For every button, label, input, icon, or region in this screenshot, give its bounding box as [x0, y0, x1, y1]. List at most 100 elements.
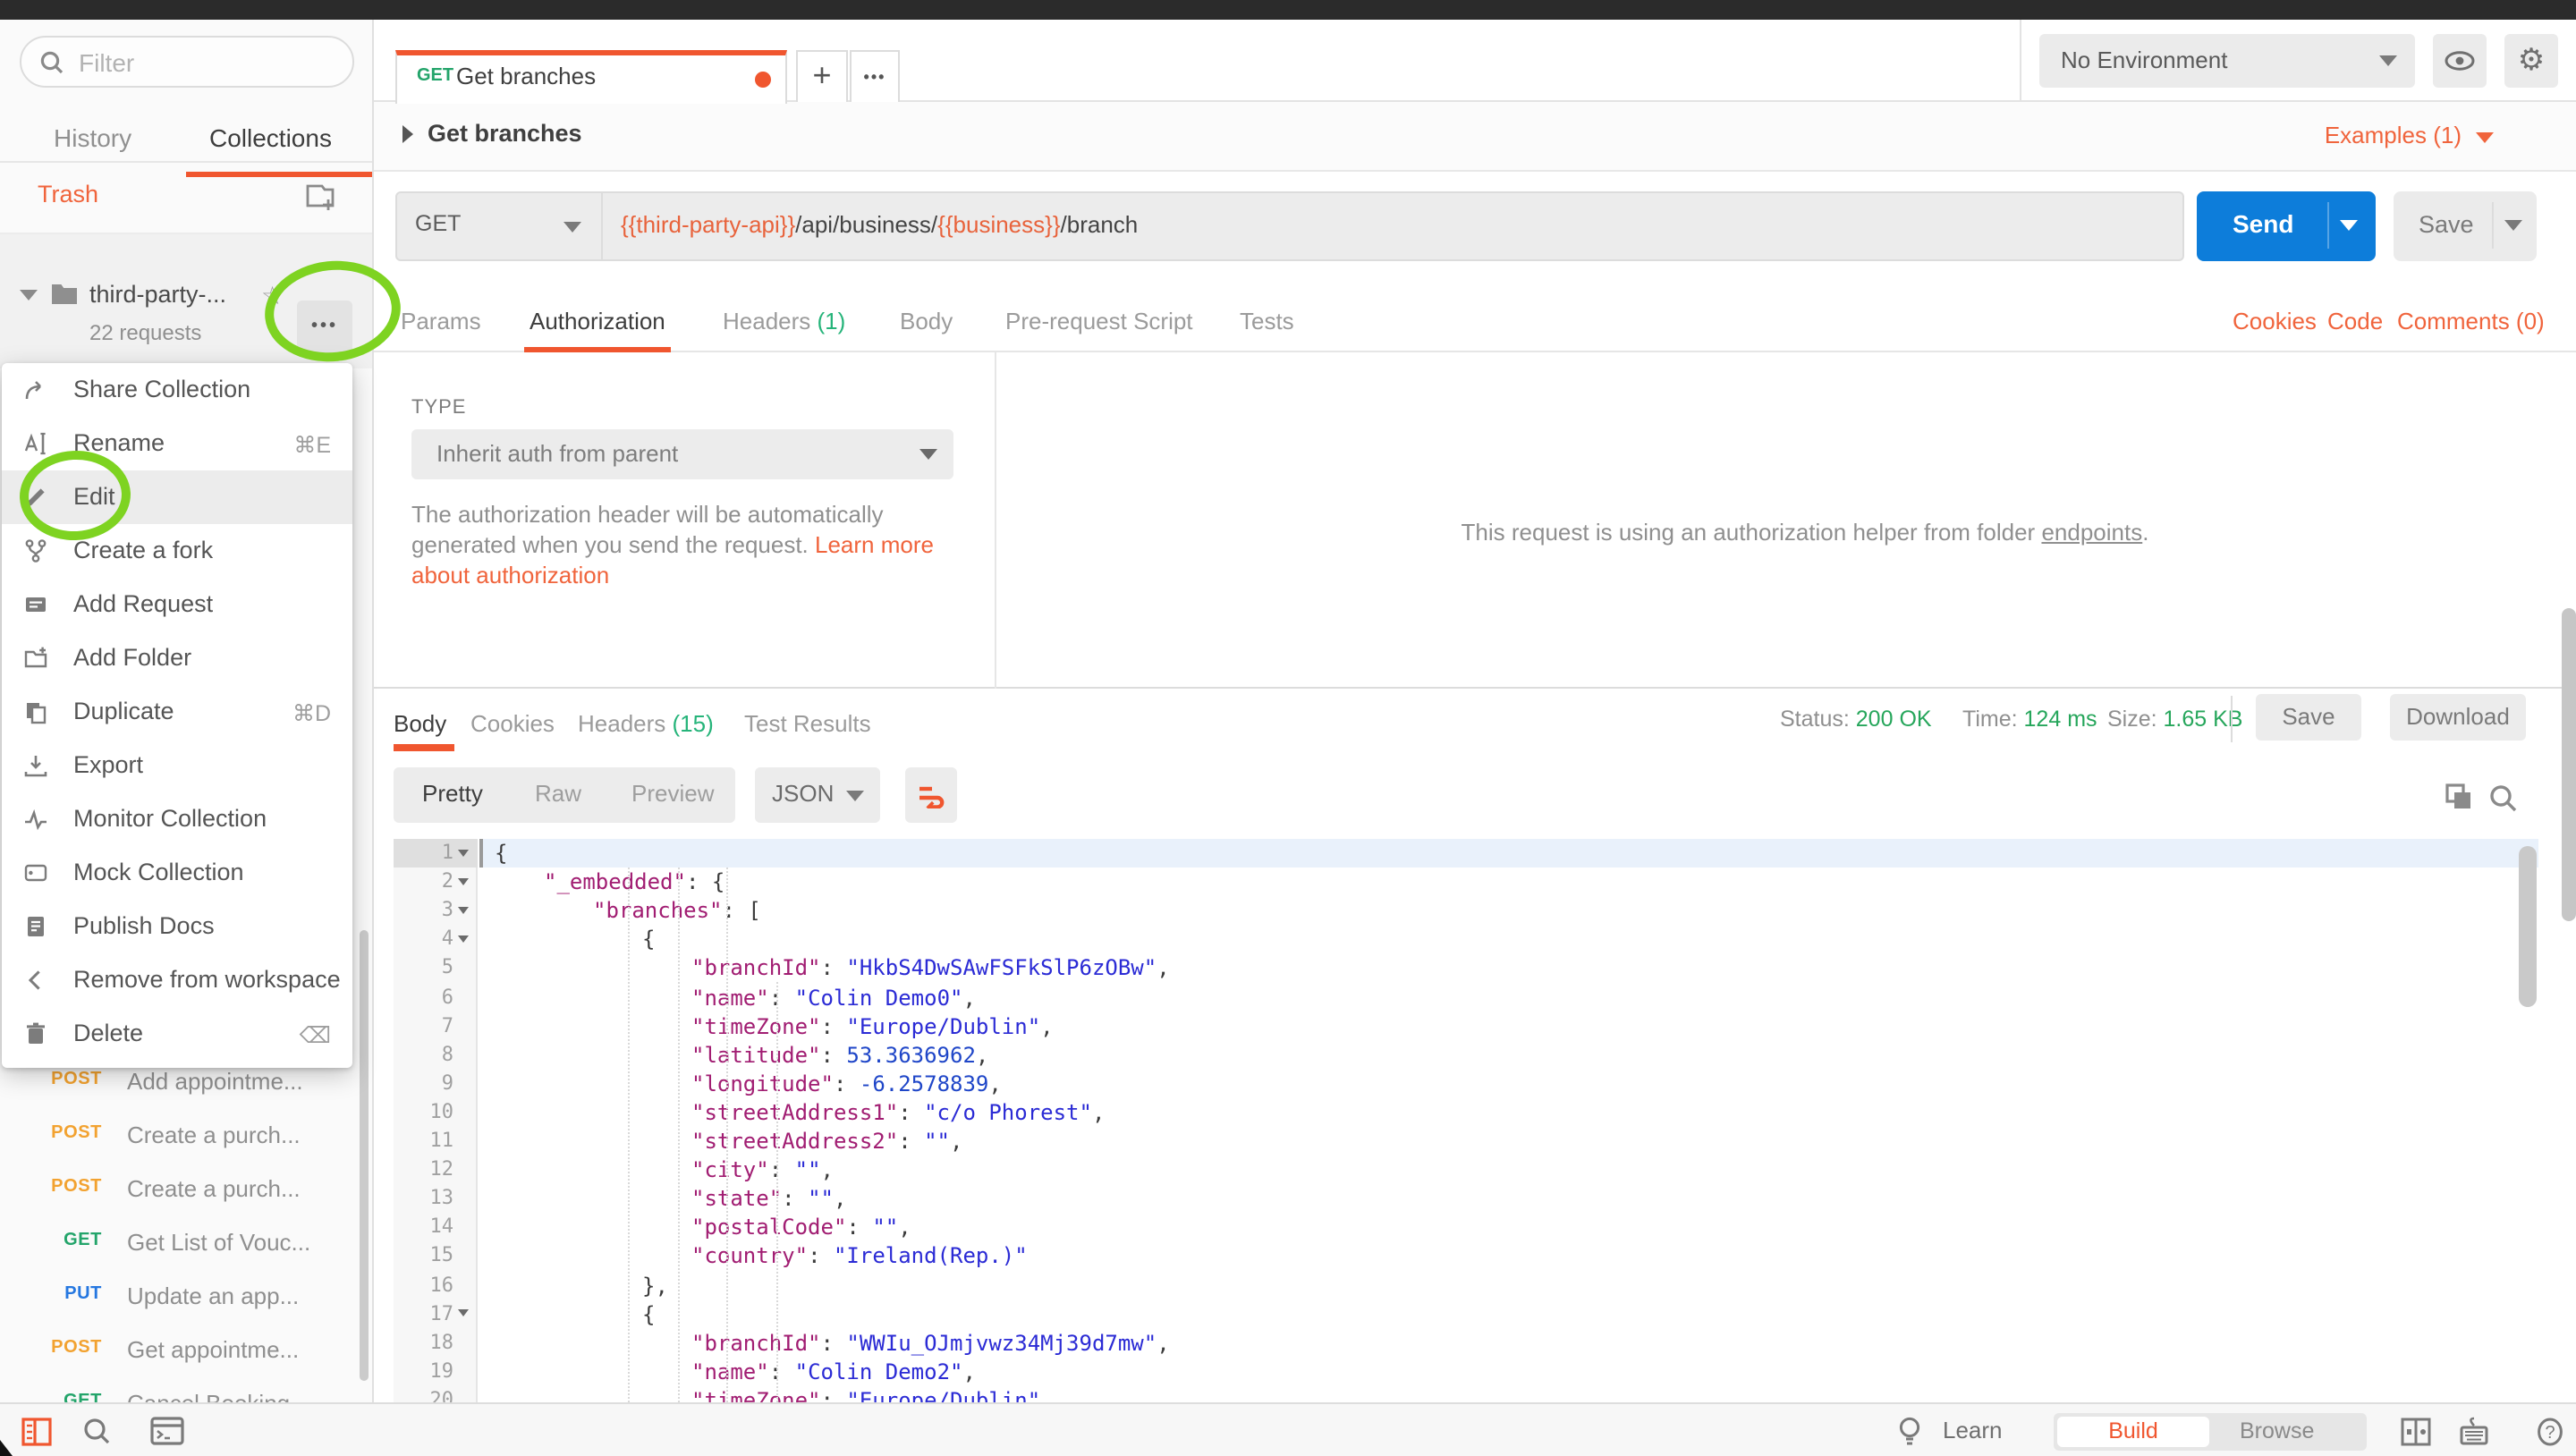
request-title-row: Get branches Examples (1) — [374, 102, 2576, 172]
open-request-tab[interactable]: GET Get branches — [395, 50, 787, 104]
response-download-button[interactable]: Download — [2390, 694, 2526, 741]
auth-type-select[interactable]: Inherit auth from parent — [411, 428, 953, 479]
remove-icon — [23, 968, 48, 993]
monitor-icon — [23, 807, 48, 832]
code-line-12: 12"city": "", — [394, 1155, 2538, 1184]
context-menu-item[interactable]: Remove from workspace — [2, 953, 352, 1007]
request-header-link[interactable]: Cookies — [2233, 308, 2317, 334]
rename-icon — [23, 431, 48, 456]
send-button[interactable]: Send — [2197, 191, 2376, 260]
trash-link[interactable]: Trash — [38, 181, 98, 207]
main-scrollbar[interactable] — [2561, 608, 2576, 921]
environment-quick-look-button[interactable] — [2433, 34, 2487, 88]
context-menu-item[interactable]: Duplicate ⌘D — [2, 685, 352, 739]
response-tab[interactable]: Body — [394, 710, 446, 737]
browse-toggle[interactable]: Browse — [2240, 1416, 2314, 1446]
sidebar-request-item[interactable]: GET Cancel Booking — [0, 1377, 374, 1402]
request-tab[interactable]: Body — [900, 308, 953, 334]
context-menu-item[interactable]: Export — [2, 739, 352, 792]
search-response-icon[interactable] — [2488, 783, 2519, 813]
console-icon[interactable] — [150, 1416, 184, 1444]
response-save-button[interactable]: Save — [2256, 694, 2361, 741]
context-menu-item[interactable]: Add Folder — [2, 631, 352, 685]
request-tab[interactable]: Params — [401, 308, 481, 334]
sidebar-request-item[interactable]: POST Create a purch... — [0, 1163, 374, 1216]
chevron-down-icon — [2379, 55, 2397, 66]
tab-options-button[interactable]: ••• — [850, 50, 900, 104]
format-select[interactable]: JSON — [754, 767, 879, 823]
send-options-caret-icon[interactable] — [2340, 220, 2358, 231]
request-header-link[interactable]: Code — [2327, 308, 2383, 334]
collapse-caret-icon[interactable] — [402, 125, 413, 143]
publish-icon — [23, 914, 48, 939]
request-name: Get List of Vouc... — [127, 1229, 310, 1256]
build-toggle-active[interactable]: Build — [2057, 1416, 2209, 1446]
fold-caret-icon[interactable] — [458, 877, 469, 885]
folder-icon — [50, 280, 79, 305]
response-body-editor[interactable]: 1{2"_embedded": {3"branches": [4{5"branc… — [374, 839, 2576, 1402]
sidebar-scrollbar[interactable] — [360, 930, 368, 1381]
response-tab[interactable]: Headers (15) — [578, 710, 714, 737]
examples-caret-icon — [2476, 132, 2494, 143]
response-tab[interactable]: Test Results — [744, 710, 871, 737]
code-line-19: 19"name": "Colin Demo2", — [394, 1358, 2538, 1386]
request-tab[interactable]: Headers (1) — [723, 308, 845, 334]
find-icon[interactable] — [82, 1416, 113, 1446]
tab-collections[interactable]: Collections — [209, 123, 332, 152]
delete-icon — [23, 1021, 48, 1046]
context-menu-item[interactable]: Add Request — [2, 578, 352, 631]
examples-dropdown[interactable]: Examples (1) — [2325, 122, 2462, 148]
request-header-link[interactable]: Comments (0) — [2397, 308, 2545, 334]
view-pretty[interactable]: Pretty — [422, 780, 483, 807]
view-raw[interactable]: Raw — [535, 780, 581, 807]
context-menu-item[interactable]: Publish Docs — [2, 900, 352, 953]
wrap-text-button[interactable] — [905, 767, 957, 823]
sidebar-request-item[interactable]: PUT Update an app... — [0, 1270, 374, 1324]
build-browse-toggle[interactable]: Build Browse — [2054, 1412, 2367, 1450]
endpoints-link[interactable]: endpoints — [2041, 518, 2142, 545]
request-method-badge: POST — [51, 1177, 102, 1197]
tab-history[interactable]: History — [54, 123, 131, 152]
keyboard-shortcuts-icon[interactable] — [2458, 1416, 2490, 1446]
settings-button[interactable]: ⚙ — [2504, 34, 2558, 88]
two-pane-layout-icon[interactable] — [2401, 1416, 2431, 1446]
response-scrollbar[interactable] — [2519, 846, 2537, 1007]
request-tab[interactable]: Authorization — [530, 308, 665, 334]
active-response-tab-underline — [394, 744, 454, 750]
url-input[interactable]: {{third-party-api}}/api/business/{{busin… — [603, 191, 2184, 260]
collection-name[interactable]: third-party-... — [89, 280, 226, 307]
method-select[interactable]: GET — [395, 191, 603, 260]
new-collection-icon[interactable] — [301, 177, 340, 216]
copy-response-icon[interactable] — [2444, 781, 2474, 811]
code-line-14: 14"postalCode": "", — [394, 1214, 2538, 1242]
context-menu-item[interactable]: Monitor Collection — [2, 792, 352, 846]
request-tab-strip: GET Get branches + ••• No Environment ⚙ — [374, 20, 2576, 102]
view-preview[interactable]: Preview — [631, 780, 715, 807]
collection-expand-caret-icon[interactable] — [20, 289, 38, 300]
view-mode-segmented-control[interactable]: Pretty Raw Preview — [394, 767, 735, 823]
request-tab[interactable]: Tests — [1240, 308, 1294, 334]
response-tab[interactable]: Cookies — [470, 710, 555, 737]
context-menu-item[interactable]: Mock Collection — [2, 846, 352, 900]
new-tab-button[interactable]: + — [796, 50, 848, 104]
save-button[interactable]: Save — [2394, 191, 2537, 260]
trash-row: Trash — [0, 161, 374, 233]
learn-link[interactable]: Learn — [1943, 1417, 2003, 1443]
fold-caret-icon[interactable] — [458, 849, 469, 856]
environment-selector[interactable]: No Environment — [2039, 34, 2415, 88]
sidebar-request-item[interactable]: POST Get appointme... — [0, 1324, 374, 1377]
context-menu-item[interactable]: Delete ⌫ — [2, 1007, 352, 1061]
code-line-18: 18"branchId": "WWIu_OJmjvwz34Mj39d7mw", — [394, 1328, 2538, 1357]
sidebar-request-item[interactable]: GET Get List of Vouc... — [0, 1216, 374, 1270]
fold-caret-icon[interactable] — [458, 1309, 469, 1316]
save-options-caret-icon[interactable] — [2504, 220, 2522, 231]
context-menu-item[interactable]: Share Collection — [2, 363, 352, 417]
sidebar-request-item[interactable]: POST Create a purch... — [0, 1109, 374, 1163]
request-name: Create a purch... — [127, 1175, 301, 1202]
sidebar-toggle-icon[interactable] — [21, 1416, 52, 1446]
filter-input[interactable]: Filter — [20, 36, 354, 88]
help-icon[interactable]: ? — [2535, 1416, 2565, 1446]
fold-caret-icon[interactable] — [458, 935, 469, 943]
fold-caret-icon[interactable] — [458, 906, 469, 913]
request-tab[interactable]: Pre-request Script — [1005, 308, 1193, 334]
